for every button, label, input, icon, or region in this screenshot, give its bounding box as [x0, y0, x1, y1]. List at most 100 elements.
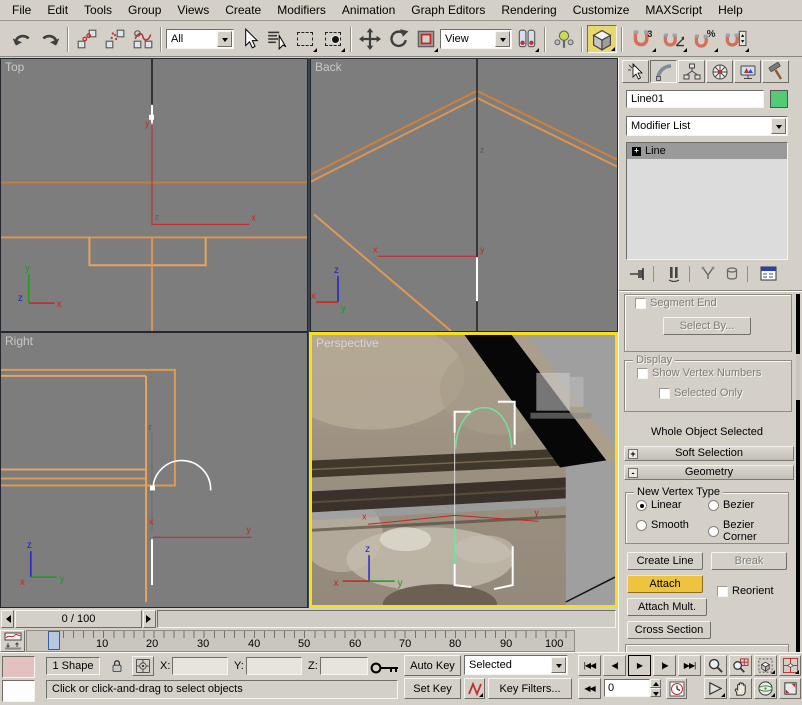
zoom-extents-button[interactable]: [754, 655, 777, 676]
stack-expand-icon[interactable]: +: [632, 146, 641, 156]
viewport-right[interactable]: Right z x y z x y: [0, 332, 308, 608]
panel-scrollbar-thumb[interactable]: [796, 354, 800, 400]
show-end-result-button[interactable]: [665, 266, 683, 285]
redo-button[interactable]: [36, 26, 63, 53]
percent-snap-button[interactable]: %: [689, 26, 719, 53]
attach-button[interactable]: Attach: [627, 575, 703, 593]
previous-frame-button[interactable]: ◀|: [603, 655, 626, 676]
time-back-button[interactable]: [1, 610, 14, 628]
undo-button[interactable]: [8, 26, 35, 53]
menu-modifiers[interactable]: Modifiers: [269, 1, 334, 19]
tab-motion[interactable]: [706, 60, 733, 83]
show-vertex-numbers-checkbox[interactable]: [637, 367, 648, 379]
menu-edit[interactable]: Edit: [39, 1, 76, 19]
pan-button[interactable]: [729, 678, 752, 699]
viewport-top-label[interactable]: Top: [5, 60, 24, 74]
viewport-back[interactable]: Back z x y z x y: [310, 58, 618, 332]
configure-modifier-sets-button[interactable]: [759, 265, 779, 286]
viewport-back-label[interactable]: Back: [315, 60, 342, 74]
remove-modifier-button[interactable]: [723, 266, 741, 285]
menu-file[interactable]: File: [4, 1, 39, 19]
menu-tools[interactable]: Tools: [76, 1, 120, 19]
rectangular-selection-region-button[interactable]: [291, 26, 318, 53]
play-button[interactable]: ▶: [628, 655, 651, 676]
key-filters-button[interactable]: Key Filters...: [488, 678, 572, 699]
make-unique-button[interactable]: [699, 266, 717, 285]
smooth-radio-row[interactable]: Smooth: [636, 519, 689, 531]
spinner-up-icon[interactable]: [650, 679, 661, 688]
unlink-selection-button[interactable]: [101, 26, 128, 53]
set-key-button[interactable]: Set Key: [404, 678, 461, 699]
time-forward-button[interactable]: [143, 610, 156, 628]
use-pivot-point-center-button[interactable]: [513, 26, 540, 53]
y-coordinate-field[interactable]: [246, 657, 302, 675]
next-frame-button[interactable]: |▶: [653, 655, 676, 676]
geometry-rollout-header[interactable]: - Geometry: [624, 465, 794, 480]
break-button[interactable]: Break: [711, 552, 787, 570]
object-color-swatch[interactable]: [770, 90, 788, 108]
menu-rendering[interactable]: Rendering: [493, 1, 564, 19]
snaps-toggle-button[interactable]: [587, 25, 617, 53]
dropdown-arrow-icon[interactable]: [495, 31, 510, 47]
field-of-view-button[interactable]: [704, 678, 727, 699]
key-filter-dropdown[interactable]: Selected: [464, 655, 568, 675]
menu-group[interactable]: Group: [120, 1, 169, 19]
menu-animation[interactable]: Animation: [334, 1, 403, 19]
smooth-radio[interactable]: [636, 519, 647, 531]
menu-views[interactable]: Views: [169, 1, 217, 19]
attach-mult-button[interactable]: Attach Mult.: [627, 598, 707, 616]
selected-only-checkbox[interactable]: [659, 387, 670, 399]
maximize-viewport-toggle[interactable]: [779, 678, 801, 699]
object-name-field[interactable]: Line01: [626, 90, 764, 108]
select-and-rotate-button[interactable]: [384, 26, 411, 53]
menu-graph-editors[interactable]: Graph Editors: [403, 1, 493, 19]
stack-item-line[interactable]: + Line: [627, 143, 787, 159]
spinner-down-icon[interactable]: [650, 688, 661, 697]
collapse-icon[interactable]: -: [628, 468, 638, 478]
x-coordinate-field[interactable]: [172, 657, 228, 675]
zoom-extents-all-button[interactable]: [779, 655, 801, 676]
viewport-right-label[interactable]: Right: [5, 334, 33, 348]
bezier-corner-radio-row[interactable]: Bezier Corner: [708, 519, 788, 543]
open-mini-curve-editor-button[interactable]: [0, 630, 25, 652]
zoom-button[interactable]: [704, 655, 727, 676]
panel-scrollbar[interactable]: [796, 294, 800, 652]
current-frame-field[interactable]: 0: [604, 679, 650, 697]
linear-radio-row[interactable]: Linear: [636, 499, 682, 511]
select-object-button[interactable]: [235, 26, 262, 53]
z-coordinate-field[interactable]: [320, 657, 368, 675]
menu-help[interactable]: Help: [710, 1, 751, 19]
select-by-button[interactable]: Select By...: [663, 317, 751, 335]
tab-modify[interactable]: [650, 60, 677, 83]
tab-utilities[interactable]: [762, 60, 789, 83]
reorient-row[interactable]: Reorient: [717, 585, 774, 597]
tab-create[interactable]: [622, 60, 649, 83]
selected-only-row[interactable]: Selected Only: [659, 387, 742, 399]
viewport-perspective-label[interactable]: Perspective: [316, 336, 379, 350]
dropdown-arrow-icon[interactable]: [217, 31, 232, 47]
create-line-button[interactable]: Create Line: [627, 552, 703, 570]
segment-end-checkbox[interactable]: [635, 297, 646, 309]
auto-key-button[interactable]: Auto Key: [404, 655, 461, 676]
bezier-radio[interactable]: [708, 499, 719, 511]
dropdown-arrow-icon[interactable]: [551, 657, 566, 673]
time-slider-track[interactable]: [157, 610, 616, 628]
set-keys-button[interactable]: [370, 661, 400, 678]
zoom-all-button[interactable]: [729, 655, 752, 676]
viewport-perspective[interactable]: Perspective x y z x y: [309, 332, 618, 608]
maxscript-listener-pane[interactable]: [2, 680, 35, 702]
soft-selection-rollout-header[interactable]: + Soft Selection: [624, 446, 794, 461]
time-configuration-button[interactable]: [666, 678, 687, 699]
track-bar-ruler[interactable]: 0 10 20 30 40 50 60 70 80 90 100: [26, 630, 575, 652]
reference-coordinate-system-dropdown[interactable]: View: [440, 29, 512, 49]
modifier-list-dropdown[interactable]: Modifier List: [626, 116, 788, 136]
selection-filter-dropdown[interactable]: All: [166, 29, 234, 49]
current-frame-indicator[interactable]: [48, 631, 60, 650]
bezier-radio-row[interactable]: Bezier: [708, 499, 754, 511]
go-to-start-button[interactable]: |◀◀: [578, 655, 601, 676]
select-by-name-button[interactable]: [263, 26, 290, 53]
frame-spinner[interactable]: [650, 679, 661, 697]
pin-stack-button[interactable]: [629, 266, 649, 285]
tab-display[interactable]: [734, 60, 761, 83]
angle-snap-button[interactable]: [658, 26, 688, 53]
